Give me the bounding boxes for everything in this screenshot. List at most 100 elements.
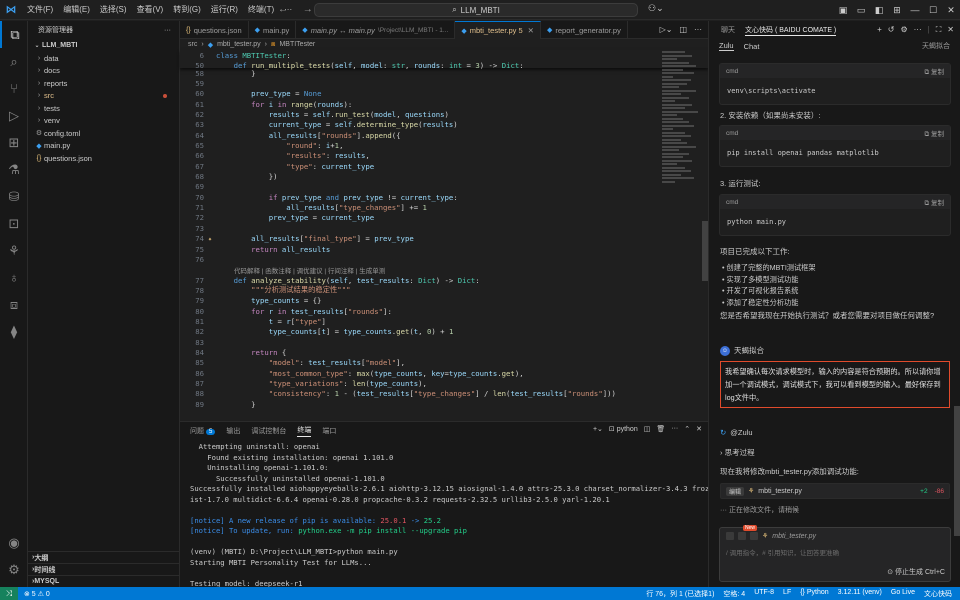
close-icon[interactable]: ✕ (528, 26, 534, 35)
tab-zulu[interactable]: Zulu (719, 41, 734, 51)
run-debug-icon[interactable]: ▷ (0, 102, 28, 129)
minimize-button[interactable]: — (906, 5, 924, 15)
close-icon[interactable]: ✕ (696, 425, 702, 433)
search-icon[interactable]: ⌕ (0, 48, 28, 75)
menu-item[interactable]: 编辑(E) (58, 0, 95, 20)
remote-explorer-icon[interactable]: ⊡ (0, 210, 28, 237)
breadcrumb-item[interactable]: mbti_tester.py (217, 41, 261, 48)
gear-icon[interactable]: ⚙ (0, 556, 28, 583)
status-item[interactable]: Go Live (891, 589, 915, 599)
menu-item[interactable]: 查看(V) (132, 0, 169, 20)
copy-button[interactable]: ⧉ 复制 (925, 128, 944, 139)
command-center[interactable]: ⌕ LLM_MBTI (314, 3, 638, 17)
history-icon[interactable]: ↺ (888, 25, 895, 35)
chat-input[interactable]: New ⚘ mbti_tester.py / 调用指令，# 引用知识，让回答更准… (719, 525, 951, 582)
menu-item[interactable]: 终端(T) (243, 0, 279, 20)
menu-item[interactable]: 转到(G) (168, 0, 206, 20)
panel-tab[interactable]: 终端 (297, 425, 312, 437)
trash-icon[interactable]: 🗑 (656, 425, 665, 433)
maximize-button[interactable]: ☐ (924, 5, 942, 16)
status-item[interactable]: 行 76，列 1 (已选择1) (646, 589, 714, 599)
status-item[interactable]: LF (783, 589, 791, 599)
editor-tab[interactable]: ◆ main.py ↔ main.py \Project\LLM_MBTI - 1.… (296, 21, 456, 39)
menu-item[interactable]: 选择(S) (95, 0, 132, 20)
tab-chat-mode[interactable]: Chat (744, 42, 760, 51)
docker-icon[interactable]: ⧈ (0, 291, 28, 318)
breadcrumb-item[interactable]: src (188, 41, 197, 48)
remote-indicator-icon[interactable]: ⤨ (0, 587, 18, 600)
thinking-toggle[interactable]: › 思考过程 (720, 447, 755, 458)
python-icon[interactable]: ⚘ (0, 237, 28, 264)
more-actions-icon[interactable]: ··· (671, 425, 678, 433)
editor-tab[interactable]: ◆ report_generator.py (541, 21, 628, 39)
source-control-icon[interactable]: ⑂ (0, 75, 28, 102)
layout-toggle-icon[interactable]: ▣ (834, 5, 852, 16)
tree-item-main-py[interactable]: ◆ main.py (28, 140, 179, 153)
menu-item[interactable]: 文件(F) (22, 0, 58, 20)
more-actions-icon[interactable]: ··· (164, 27, 171, 34)
extensions-icon[interactable]: ⊞ (0, 129, 28, 156)
project-root[interactable]: ⌄ LLM_MBTI (28, 39, 179, 52)
copilot-icon[interactable]: ⚇⌄ (648, 3, 664, 14)
attach-icon[interactable] (726, 532, 734, 540)
tree-item-questions-json[interactable]: {} questions.json (28, 152, 179, 165)
chat-scrollbar[interactable] (954, 406, 960, 536)
panel-toggle-icon[interactable]: ▭ (852, 5, 870, 16)
testing-icon[interactable]: ⚗ (0, 156, 28, 183)
close-button[interactable]: ✕ (942, 5, 960, 16)
section-2[interactable]: › MYSQL (28, 575, 180, 587)
tab-comate[interactable]: 文心快码 ( BAIDU COMATE ) (745, 25, 837, 36)
status-item[interactable]: {} Python (800, 589, 828, 599)
status-item[interactable]: 3.12.11 (venv) (838, 589, 882, 599)
status-item[interactable]: 文心快码 (924, 589, 952, 599)
tree-item-reports[interactable]: › reports (28, 77, 179, 90)
comate-icon[interactable]: ♁ (0, 264, 28, 291)
gear-icon[interactable]: ⚙ (900, 25, 907, 35)
status-item[interactable]: 空格: 4 (723, 589, 745, 599)
maximize-panel-icon[interactable]: ⌃ (684, 425, 690, 433)
copy-button[interactable]: ⧉ 复制 (925, 66, 944, 77)
minimap[interactable] (662, 51, 700, 191)
customize-layout-icon[interactable]: ⊞ (888, 5, 906, 16)
problems-status[interactable]: ⊗ 5 ⚠ 0 (24, 590, 50, 598)
layers-icon[interactable]: ⧫ (0, 318, 28, 345)
menu-item[interactable]: 运行(R) (206, 0, 243, 20)
image-icon[interactable] (738, 532, 746, 540)
section-0[interactable]: › 大纲 (28, 551, 180, 563)
database-icon[interactable]: ⛁ (0, 183, 28, 210)
panel-tab[interactable]: 端口 (322, 426, 336, 436)
tree-item-config-toml[interactable]: ⚙ config.toml (28, 127, 179, 140)
more-actions-icon[interactable]: ··· (694, 25, 702, 34)
add-icon[interactable]: + (877, 25, 882, 35)
copy-button[interactable]: ⧉ 复制 (925, 197, 944, 208)
sparkle-icon[interactable]: ✦ (204, 235, 216, 243)
account-icon[interactable]: ◉ (0, 529, 28, 556)
split-terminal-icon[interactable]: ◫ (644, 425, 651, 433)
tab-chat[interactable]: 聊天 (721, 25, 735, 35)
run-icon[interactable]: ▷⌄ (660, 25, 673, 34)
code-lens-actions[interactable]: 代码解释 | 函数注释 | 调优建议 | 行间注释 | 生成单测 (180, 265, 708, 275)
editor-tab[interactable]: ◆ mbti_tester.py 5 ✕ (455, 21, 541, 39)
nav-arrows[interactable]: ← → (278, 4, 319, 15)
status-item[interactable]: UTF-8 (754, 589, 774, 599)
tree-item-docs[interactable]: › docs (28, 65, 179, 78)
expand-icon[interactable]: ⛶ (936, 25, 942, 35)
panel-tab[interactable]: 问题 5 (190, 426, 216, 436)
explorer-icon[interactable]: ⧉ (0, 21, 28, 48)
section-1[interactable]: › 时间线 (28, 563, 180, 575)
close-icon[interactable]: ✕ (947, 25, 954, 35)
new-terminal-icon[interactable]: +⌄ (593, 425, 603, 433)
split-editor-icon[interactable]: ◫ (679, 25, 687, 34)
breadcrumb-item[interactable]: MBTITester (279, 41, 315, 48)
editor-tab[interactable]: ◆ main.py (249, 21, 297, 39)
tree-item-tests[interactable]: › tests (28, 102, 179, 115)
panel-tab[interactable]: 输出 (226, 426, 240, 436)
stop-generation-button[interactable]: ⊙ 停止生成 Ctrl+C (887, 567, 945, 577)
file-change-chip[interactable]: 编辑 ⚘ mbti_tester.py +2 -86 (720, 483, 950, 499)
more-actions-icon[interactable]: ··· (914, 25, 922, 35)
code-lines[interactable]: 58 } 59 60 prev_type = None 61 for i in ran… (180, 68, 708, 409)
sidebar-toggle-icon[interactable]: ◧ (870, 5, 888, 16)
terminal-label[interactable]: ⊡ python (609, 425, 638, 433)
editor-tab[interactable]: {} questions.json (180, 21, 249, 39)
tree-item-venv[interactable]: › venv (28, 115, 179, 128)
